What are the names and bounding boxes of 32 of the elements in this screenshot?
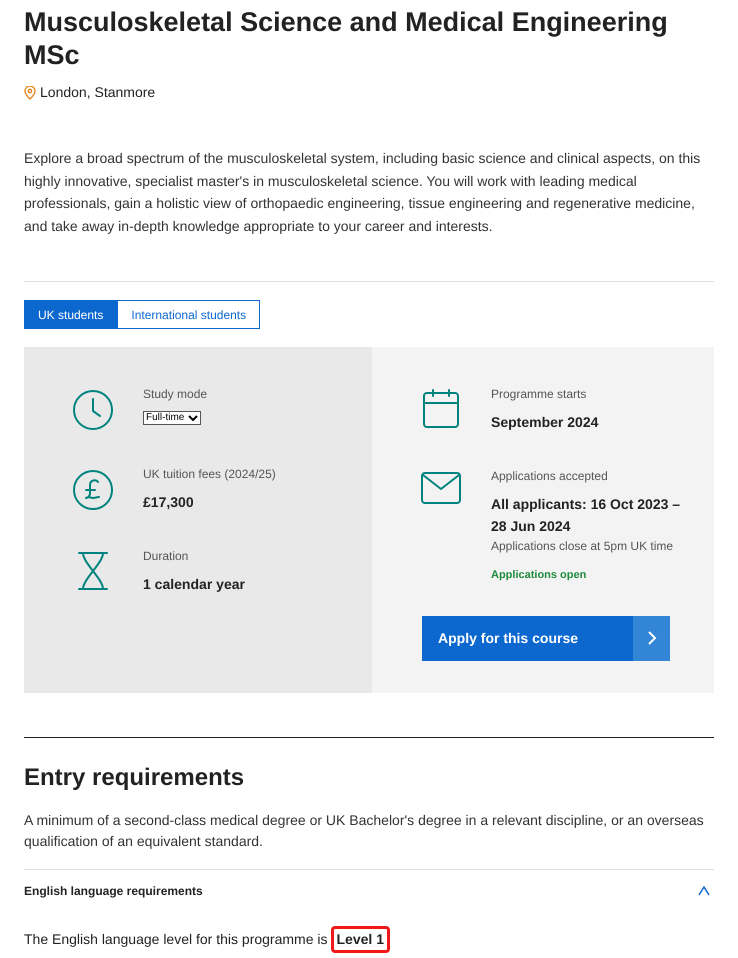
- apply-button[interactable]: Apply for this course: [422, 616, 670, 660]
- entry-paragraph: A minimum of a second-class medical degree or UK Bachelor's degree in a relevant discipline, or an overseas qualification of an equivalent standard.: [24, 811, 705, 851]
- chevron-down-icon: [188, 414, 198, 422]
- section-heading: Entry requirements: [24, 763, 246, 793]
- fact-value: 1 calendar year: [143, 575, 245, 594]
- fact-label: Applications accepted: [491, 468, 609, 485]
- status-text: Applications open: [491, 568, 588, 583]
- calendar-icon: [422, 389, 460, 429]
- fact-value: All applicants: 16 Oct 2023 – 28 Jun 2024: [491, 495, 681, 536]
- fact-note: Applications close at 5pm UK time: [491, 538, 674, 555]
- fact-value: September 2024: [491, 413, 598, 432]
- fact-label: Study mode: [143, 386, 208, 403]
- student-tab[interactable]: International students: [117, 300, 260, 329]
- english-level-text: The English language level for this programme is: [24, 930, 328, 949]
- fact-label: UK tuition fees (2024/25): [143, 466, 276, 483]
- fact-label: Duration: [143, 548, 190, 565]
- hourglass-icon: [76, 551, 110, 591]
- intro-paragraph: Explore a broad spectrum of the musculoskeletal system, including basic science and clinical aspects, on this highly innovative, specialist master's in musculoskeletal science. You will work with leading medical professionals, gain a holistic view of orthopaedic engineering, tissue engineering and regenerative medicine, and take away in-depth knowledge appropriate to your career and interests.: [24, 149, 702, 236]
- student-tab[interactable]: UK students: [24, 300, 118, 329]
- caret-up-icon: [698, 886, 710, 896]
- page-title: Musculoskeletal Science and Medical Engineering MSc: [24, 6, 669, 72]
- fact-label: Programme starts: [491, 386, 588, 403]
- fact-value: £17,300: [143, 493, 195, 512]
- pound-icon: [72, 469, 114, 511]
- english-level-value: Level 1: [330, 926, 390, 953]
- chevron-right-icon: [646, 630, 656, 646]
- location-text: London, Stanmore: [40, 83, 156, 102]
- location-pin-icon: [24, 86, 36, 100]
- study-mode-select[interactable]: Full-time: [143, 411, 202, 425]
- clock-icon: [72, 389, 114, 431]
- accordion-header[interactable]: English language requirements: [24, 870, 714, 912]
- envelope-icon: [420, 471, 462, 505]
